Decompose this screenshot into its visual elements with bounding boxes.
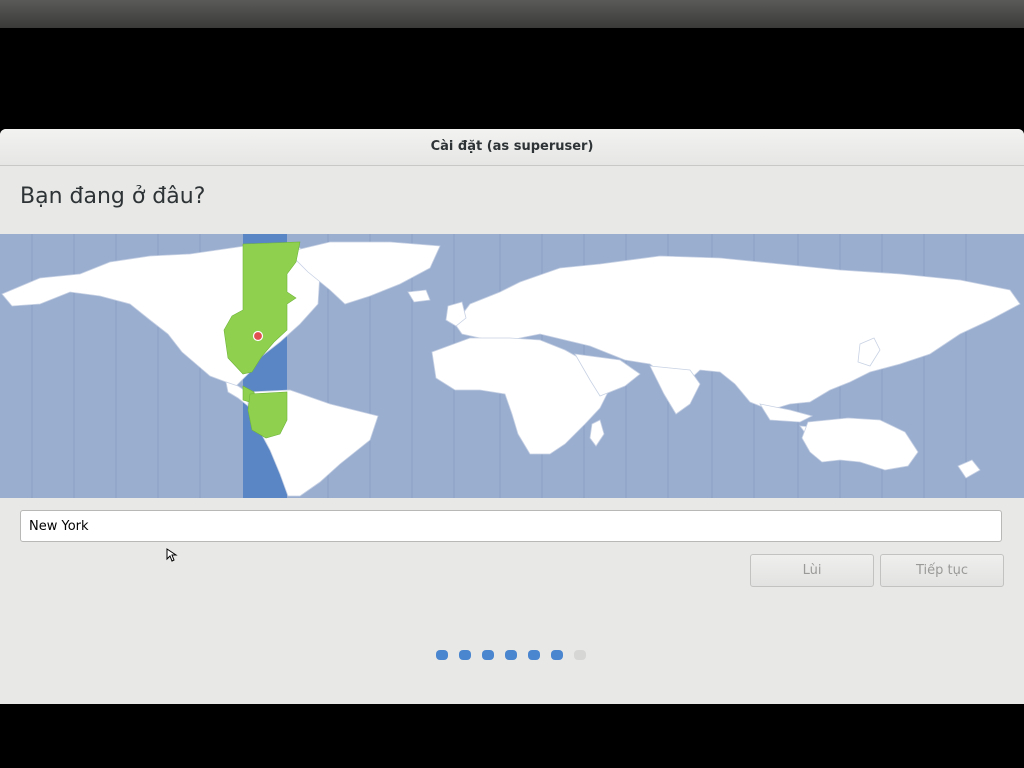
progress-indicator <box>436 650 586 660</box>
location-input[interactable] <box>20 510 1002 542</box>
progress-dot <box>459 650 471 660</box>
continue-button[interactable]: Tiếp tục <box>880 554 1004 587</box>
timezone-map[interactable] <box>0 234 1024 498</box>
window-title: Cài đặt (as superuser) <box>0 129 1024 166</box>
progress-dot <box>482 650 494 660</box>
location-marker <box>252 330 264 342</box>
progress-dot <box>528 650 540 660</box>
progress-dot <box>436 650 448 660</box>
top-panel <box>0 0 1024 28</box>
progress-dot <box>505 650 517 660</box>
mouse-cursor-icon <box>166 548 178 562</box>
progress-dot <box>574 650 586 660</box>
installer-window: Cài đặt (as superuser) Bạn đang ở đâu? N… <box>0 129 1024 704</box>
progress-dot <box>551 650 563 660</box>
page-heading: Bạn đang ở đâu? <box>20 184 206 209</box>
back-button[interactable]: Lùi <box>750 554 874 587</box>
